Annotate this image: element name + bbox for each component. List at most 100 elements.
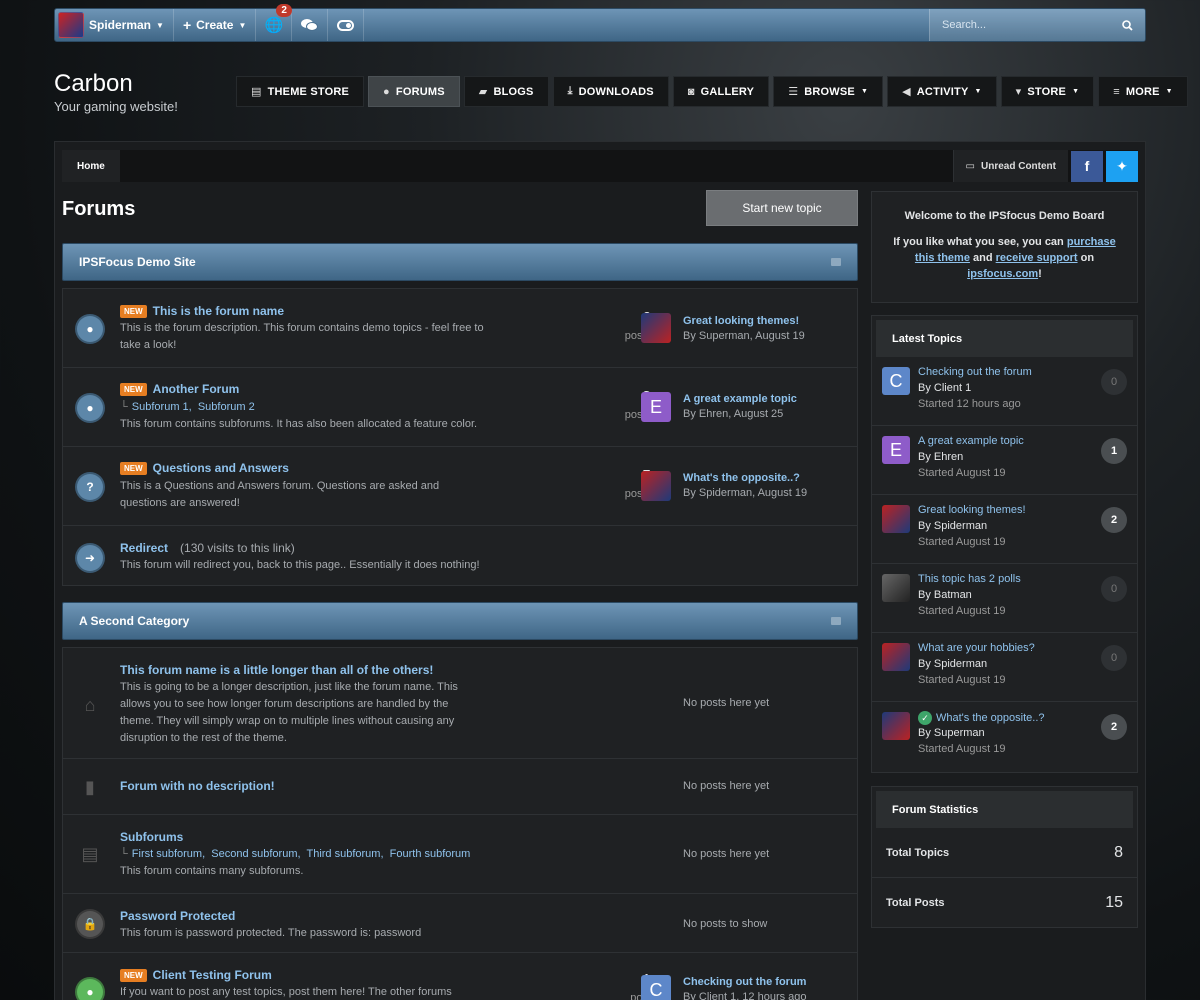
avatar[interactable]	[882, 712, 910, 740]
topic-title[interactable]: What are your hobbies?	[918, 642, 1035, 654]
avatar[interactable]	[882, 574, 910, 602]
support-link[interactable]: receive support	[996, 252, 1078, 264]
site-link[interactable]: ipsfocus.com	[967, 268, 1038, 280]
topic-author: By Superman	[918, 727, 985, 739]
category-header[interactable]: IPSFocus Demo Site	[62, 243, 858, 281]
jacket-icon: ▮	[85, 776, 95, 797]
topic-title[interactable]: What's the opposite..?	[936, 712, 1045, 724]
forum-title[interactable]: Client Testing Forum	[153, 968, 272, 982]
nav-browse[interactable]: ☰ BROWSE ▼	[773, 76, 884, 107]
list-item: This topic has 2 polls By Batman Started…	[872, 564, 1137, 633]
nav-label: GALLERY	[700, 85, 755, 98]
last-post-title[interactable]: Checking out the forum	[683, 976, 806, 988]
forum-title-wrap: Redirect (130 visits to this link)	[120, 541, 295, 555]
forum-title[interactable]: Subforums	[120, 830, 183, 844]
last-post-meta: By Ehren, August 25	[683, 408, 784, 420]
list-item: What are your hobbies? By Spiderman Star…	[872, 633, 1137, 702]
forum-statistics-widget: Forum Statistics Total Topics 8 Total Pos…	[871, 786, 1138, 928]
facebook-button[interactable]: f	[1071, 150, 1103, 182]
forum-description: This forum contains many subforums.	[120, 865, 304, 877]
subforum-link[interactable]: Fourth subforum	[390, 848, 471, 860]
list-item: Great looking themes! By Spiderman Start…	[872, 495, 1137, 564]
search-input[interactable]: Search...	[929, 9, 1145, 41]
topic-title[interactable]: A great example topic	[918, 435, 1024, 447]
search-icon	[1122, 19, 1133, 31]
nav-forums[interactable]: ● FORUMS	[368, 76, 460, 107]
unread-content-link[interactable]: ▭ Unread Content	[952, 150, 1068, 182]
welcome-and: and	[973, 252, 993, 264]
forum-title-wrap: NEW Questions and Answers	[120, 461, 289, 475]
collapse-icon[interactable]	[831, 258, 841, 266]
topic-title[interactable]: Checking out the forum	[918, 366, 1032, 378]
latest-topics-list: C Checking out the forum By Client 1 Sta…	[872, 357, 1137, 771]
subforum-link[interactable]: Subforum 2	[198, 401, 255, 413]
download-icon: ⤓	[567, 85, 573, 97]
clipboard-icon: ▤	[81, 843, 99, 864]
breadcrumb-home[interactable]: Home	[62, 150, 120, 182]
nav-store[interactable]: ▾ STORE ▼	[1000, 76, 1095, 107]
avatar[interactable]: C	[882, 367, 910, 395]
forum-title[interactable]: This forum name is a little longer than …	[120, 663, 433, 677]
avatar[interactable]	[641, 471, 671, 501]
no-posts-label: No posts here yet	[683, 780, 770, 792]
forum-title[interactable]: Password Protected	[120, 909, 235, 923]
nav-theme-store[interactable]: ▤ THEME STORE	[236, 76, 365, 107]
user-menu[interactable]: Spiderman ▼	[55, 9, 174, 41]
avatar[interactable]: E	[641, 392, 671, 422]
messages-button[interactable]	[292, 9, 329, 41]
category-header[interactable]: A Second Category	[62, 602, 858, 640]
topic-started: Started August 19	[918, 467, 1006, 479]
welcome-text: If you like what you see, you can purcha…	[890, 234, 1119, 282]
last-post-title[interactable]: Great looking themes!	[683, 315, 799, 327]
subforum-link[interactable]: Third subforum,	[306, 848, 383, 860]
topic-started: Started August 19	[918, 536, 1006, 548]
notifications-button[interactable]: 🌐 2	[256, 4, 293, 41]
nav-activity[interactable]: ◀ ACTIVITY ▼	[887, 76, 997, 107]
site-title[interactable]: Carbon	[54, 70, 133, 98]
nav-blogs[interactable]: ▰ BLOGS	[463, 76, 549, 107]
topic-started: Started August 19	[918, 743, 1006, 755]
avatar[interactable]	[882, 505, 910, 533]
twitter-button[interactable]: ✦	[1106, 150, 1138, 182]
topic-title[interactable]: This topic has 2 polls	[918, 573, 1021, 585]
nav-downloads[interactable]: ⤓ DOWNLOADS	[552, 76, 669, 107]
forum-row: ➜ Redirect (130 visits to this link) This…	[63, 526, 857, 585]
last-post-title[interactable]: A great example topic	[683, 393, 797, 405]
subforum-link[interactable]: Subforum 1,	[132, 401, 192, 413]
collapse-icon[interactable]	[831, 617, 841, 625]
cart-icon: ▾	[1015, 86, 1022, 98]
avatar[interactable]	[641, 313, 671, 343]
chevron-down-icon: ▼	[1165, 88, 1173, 95]
list-item: E A great example topic By Ehren Started…	[872, 426, 1137, 495]
avatar[interactable]	[882, 643, 910, 671]
forum-row: ▤ Subforums └ First subforum, Second subf…	[63, 815, 857, 894]
forum-title[interactable]: Redirect	[120, 541, 168, 555]
forum-title-wrap: Forum with no description!	[120, 779, 275, 793]
nav-more[interactable]: ≡ MORE ▼	[1098, 76, 1188, 107]
start-new-topic-button[interactable]: Start new topic	[706, 190, 858, 226]
forum-title[interactable]: Questions and Answers	[153, 461, 289, 475]
forum-description: This is going to be a longer description…	[120, 681, 458, 744]
create-menu[interactable]: + Create ▼	[174, 9, 257, 41]
avatar[interactable]: C	[641, 975, 671, 1000]
breadcrumb: Home ▭ Unread Content f ✦	[62, 150, 1138, 182]
forum-title[interactable]: Another Forum	[153, 382, 240, 396]
subforum-link[interactable]: First subforum,	[132, 848, 205, 860]
forum-row: ● NEW Client Testing Forum If you want to…	[63, 953, 857, 1000]
last-post-title[interactable]: What's the opposite..?	[683, 472, 800, 484]
menu-icon: ≡	[1113, 85, 1120, 98]
theme-toggle[interactable]	[328, 9, 365, 41]
topic-title[interactable]: Great looking themes!	[918, 504, 1026, 516]
nav-label: THEME STORE	[267, 85, 350, 98]
chevron-down-icon: ▼	[974, 88, 982, 95]
forum-list: ● NEW This is the forum name This is the …	[62, 288, 858, 586]
house-icon: ⌂	[84, 694, 96, 715]
avatar[interactable]: E	[882, 436, 910, 464]
forum-title[interactable]: Forum with no description!	[120, 779, 275, 793]
facebook-icon: f	[1084, 158, 1090, 174]
forum-description: This forum contains subforums. It has al…	[120, 418, 478, 430]
new-badge: NEW	[120, 968, 147, 982]
subforum-link[interactable]: Second subforum,	[211, 848, 300, 860]
forum-title[interactable]: This is the forum name	[153, 304, 284, 318]
nav-gallery[interactable]: ◙ GALLERY	[672, 76, 770, 107]
